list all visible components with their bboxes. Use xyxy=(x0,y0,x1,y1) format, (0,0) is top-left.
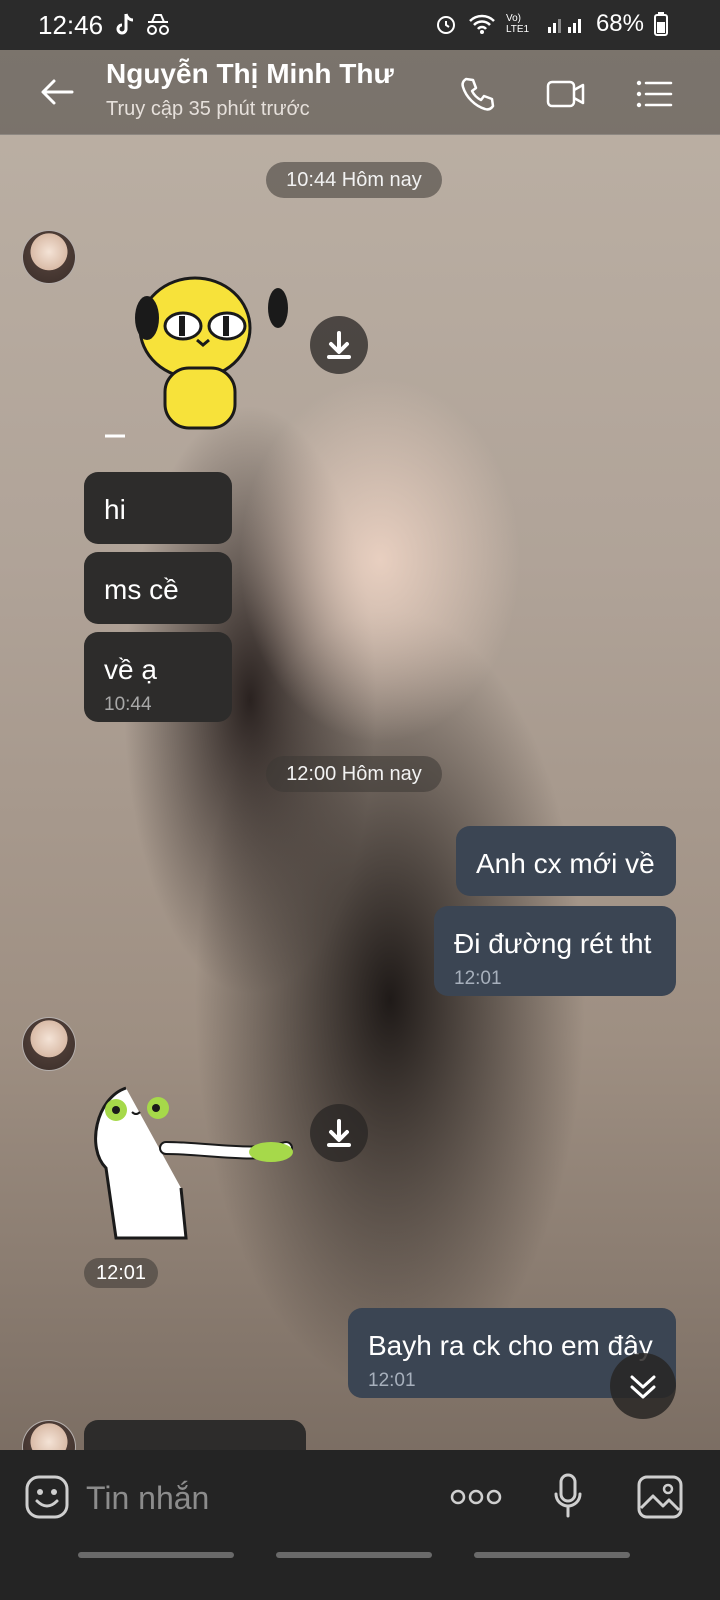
microphone-icon[interactable] xyxy=(552,1472,584,1520)
sticker-time: 12:01 xyxy=(84,1258,158,1288)
message-time: 12:01 xyxy=(454,968,502,989)
message-composer: Tin nhắn xyxy=(0,1450,720,1600)
date-separator: 10:44 Hôm nay xyxy=(266,162,442,198)
wifi-icon xyxy=(469,14,495,34)
scroll-to-bottom-button[interactable] xyxy=(610,1353,676,1419)
sticker-cat[interactable] xyxy=(86,1068,306,1248)
tiktok-icon xyxy=(116,13,134,35)
incoming-message[interactable]: hi xyxy=(84,472,232,544)
message-text: Đi đường rét tht xyxy=(454,928,652,959)
battery-percent: 68% xyxy=(595,10,644,37)
more-dots-icon[interactable] xyxy=(450,1486,502,1508)
message-time: 10:44 xyxy=(104,694,152,715)
message-text: Anh cx mới về xyxy=(476,848,655,879)
nav-bar-indicator xyxy=(276,1552,432,1558)
status-time: 12:46 xyxy=(38,10,104,40)
back-arrow-icon[interactable] xyxy=(38,72,78,112)
message-text: ms cề xyxy=(104,574,179,605)
chat-header: Nguyễn Thị Minh Thư Truy cập 35 phút trư… xyxy=(0,50,720,135)
sticker-dog[interactable] xyxy=(95,268,295,448)
contact-avatar[interactable] xyxy=(22,1017,76,1071)
status-right-icons: Vo) LTE1 68% xyxy=(434,10,668,38)
status-left-icons xyxy=(112,12,172,38)
message-input[interactable]: Tin nhắn xyxy=(86,1480,209,1517)
signal-icon xyxy=(547,19,581,33)
image-gallery-icon[interactable] xyxy=(636,1474,684,1520)
download-sticker-button[interactable] xyxy=(310,1104,368,1162)
alarm-icon xyxy=(436,16,455,34)
outgoing-message[interactable]: Đi đường rét tht 12:01 xyxy=(434,906,676,996)
nav-bar-indicator xyxy=(474,1552,630,1558)
emoji-sticker-icon[interactable] xyxy=(24,1474,70,1520)
battery-icon xyxy=(654,12,668,36)
nav-bar-indicator xyxy=(78,1552,234,1558)
message-time: 12:01 xyxy=(368,1370,416,1391)
outgoing-message[interactable]: Anh cx mới về xyxy=(456,826,676,896)
date-separator: 12:00 Hôm nay xyxy=(266,756,442,792)
download-sticker-button[interactable] xyxy=(310,316,368,374)
contact-name[interactable]: Nguyễn Thị Minh Thư xyxy=(106,58,394,90)
download-icon xyxy=(327,331,351,359)
menu-list-icon[interactable] xyxy=(634,74,674,114)
download-icon xyxy=(327,1119,351,1147)
contact-last-seen: Truy cập 35 phút trước xyxy=(106,98,310,120)
incoming-message[interactable]: ms cề xyxy=(84,552,232,624)
incoming-message[interactable]: về ạ 10:44 xyxy=(84,632,232,722)
network-label: Vo) LTE1 xyxy=(505,13,530,35)
chevron-double-down-icon xyxy=(630,1375,656,1399)
contact-avatar[interactable] xyxy=(22,230,76,284)
phone-icon[interactable] xyxy=(458,74,498,114)
incoming-message-partial[interactable] xyxy=(84,1420,306,1450)
message-text: về ạ xyxy=(104,654,157,685)
message-text: hi xyxy=(104,494,126,525)
incognito-icon xyxy=(147,14,169,35)
status-bar: 12:46 Vo) LTE1 68% xyxy=(0,0,720,50)
video-call-icon[interactable] xyxy=(546,74,586,114)
